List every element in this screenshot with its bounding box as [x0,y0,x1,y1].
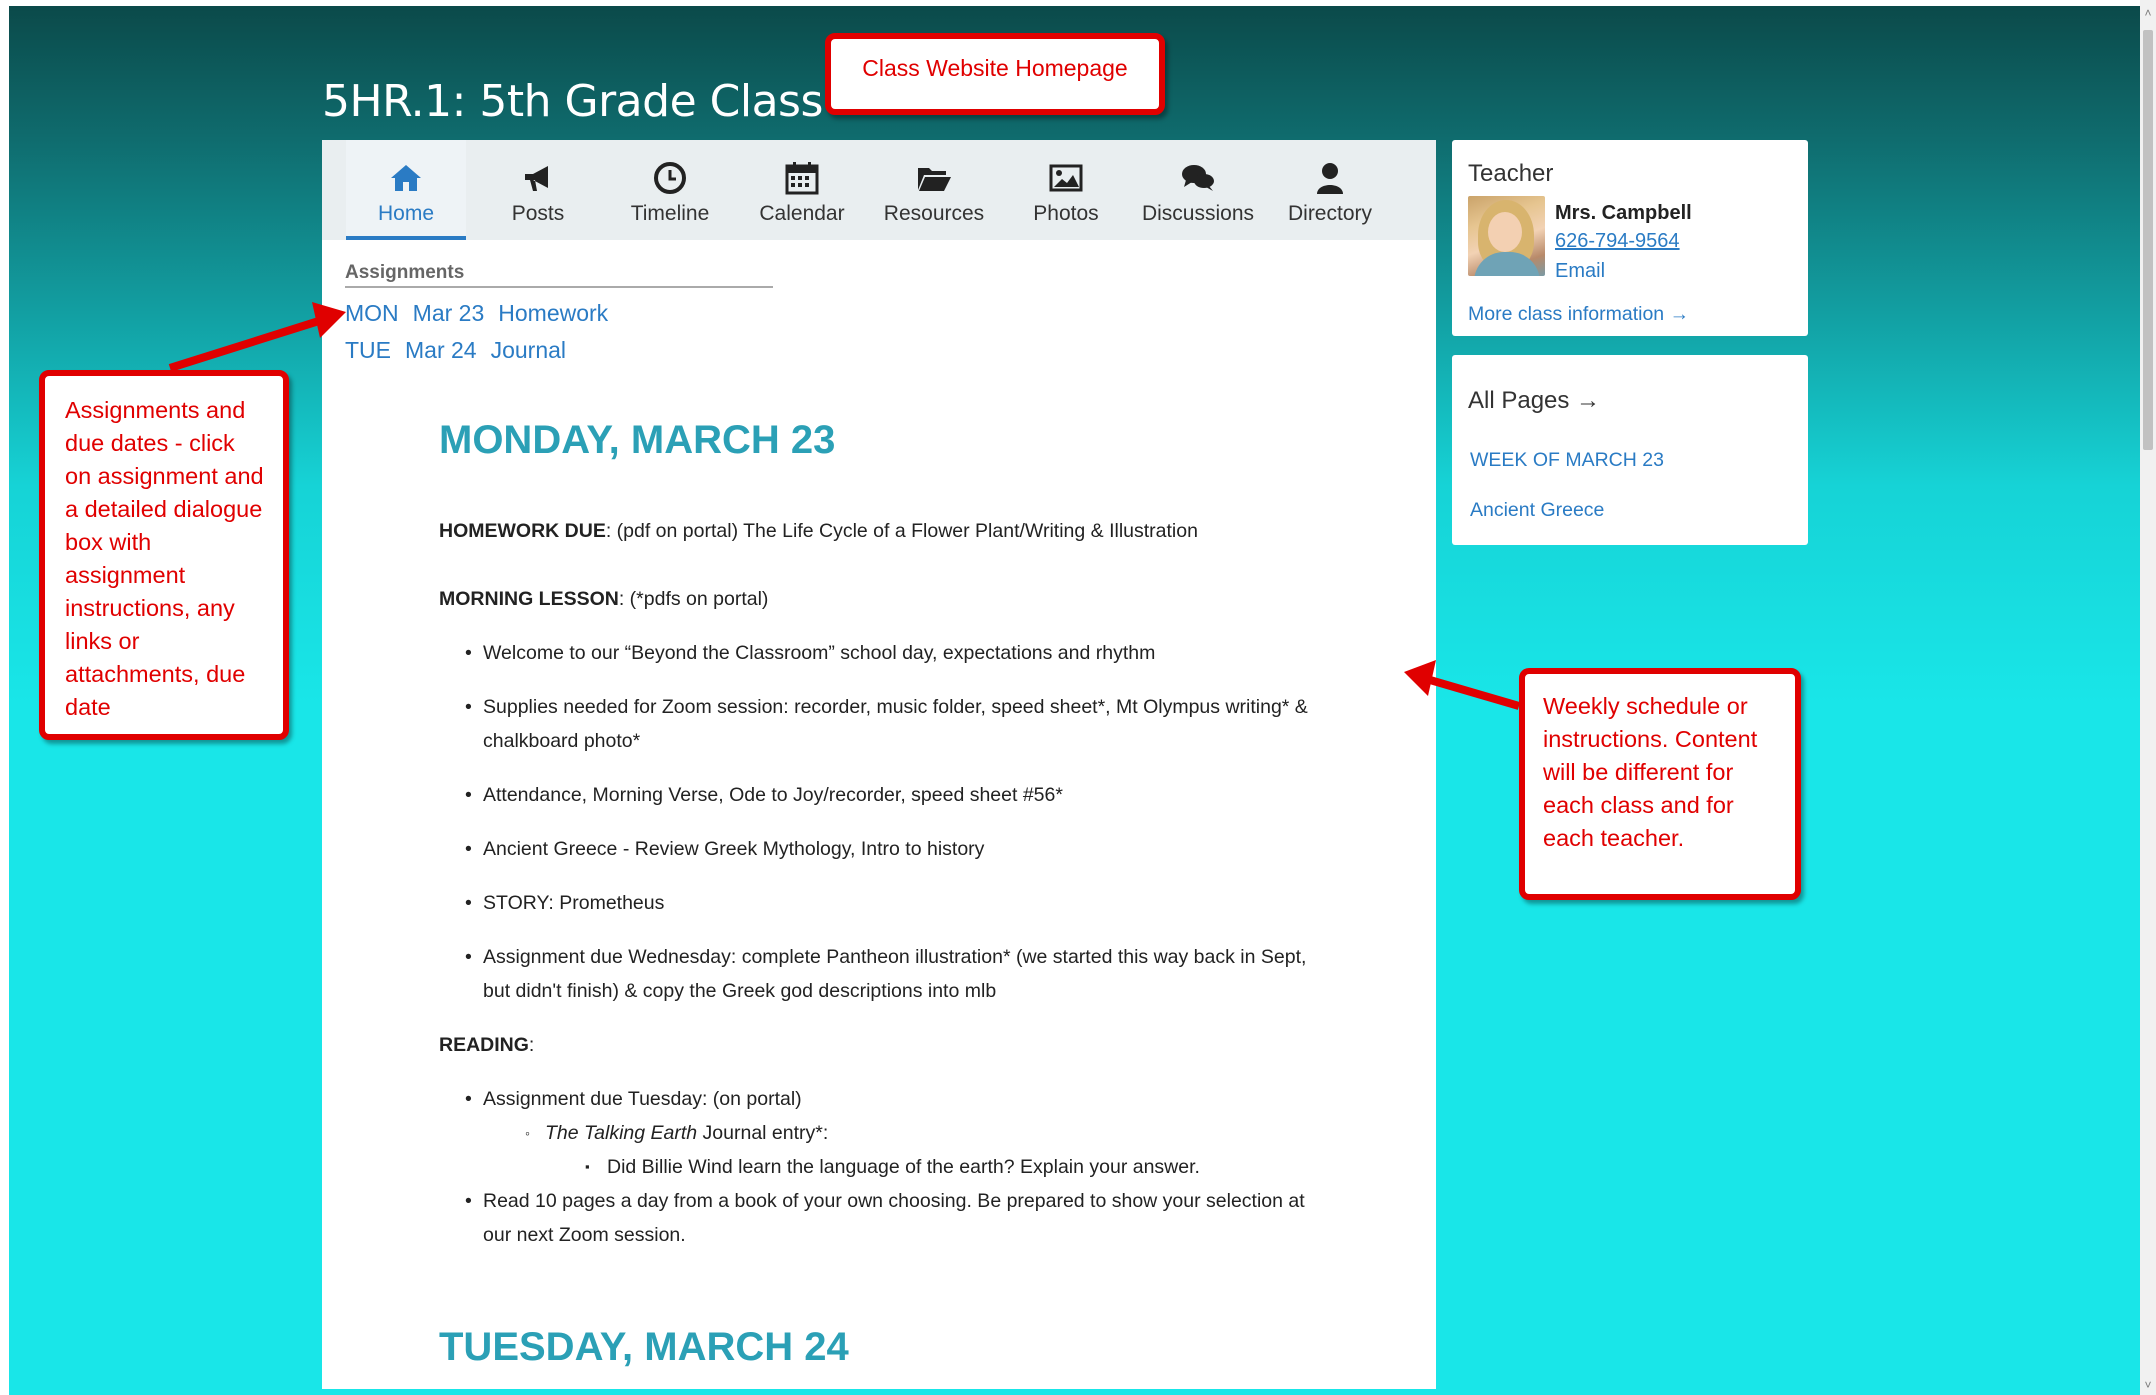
list-item: Assignment due Wednesday: complete Panth… [465,940,1323,1008]
list-item: Attendance, Morning Verse, Ode to Joy/re… [465,778,1323,812]
nav-posts[interactable]: Posts [478,140,598,236]
folder-open-icon [918,168,951,191]
nav-photos[interactable]: Photos [1006,140,1126,236]
list-item: Assignment due Tuesday: (on portal) [465,1082,1323,1116]
assignment-day[interactable]: MON [345,300,399,326]
morning-text: : (*pdfs on portal) [618,588,769,610]
page-link-week-of-march-23[interactable]: WEEK OF MARCH 23 [1470,449,1664,472]
callout-assignments: Assignments and due dates - click on ass… [39,370,289,740]
scroll-down-arrow-icon[interactable]: ˅ [2143,1378,2153,1392]
teacher-email-link[interactable]: Email [1555,260,1605,283]
homework-text: : (pdf on portal) The Life Cycle of a Fl… [605,520,1198,542]
teacher-avatar[interactable] [1468,196,1545,276]
callout-homepage: Class Website Homepage [825,33,1165,115]
nav-posts-label: Posts [511,202,565,225]
morning-lesson-line: MORNING LESSON: (*pdfs on portal) [439,582,1339,616]
all-pages-card: All Pages → WEEK OF MARCH 23 Ancient Gre… [1452,355,1808,545]
list-item: Welcome to our “Beyond the Classroom” sc… [465,636,1323,670]
reading-label: READING [439,1034,529,1056]
nav-calendar[interactable]: Calendar [742,140,862,236]
homework-label: HOMEWORK DUE [439,520,606,542]
nav-discussions[interactable]: Discussions [1138,140,1258,236]
nav-timeline[interactable]: Timeline [610,140,730,236]
page-link-ancient-greece[interactable]: Ancient Greece [1470,499,1604,522]
image-icon [1049,164,1083,192]
assignment-row[interactable]: MON Mar 23 Homework [345,300,622,327]
class-title: 5HR.1: 5th Grade Class [322,76,823,127]
nav-timeline-label: Timeline [630,202,710,225]
person-icon [1317,163,1343,194]
assignment-row[interactable]: TUE Mar 24 Journal [345,337,580,364]
nav-directory[interactable]: Directory [1270,140,1390,236]
home-icon [391,165,421,191]
assignment-date[interactable]: Mar 23 [413,300,485,326]
all-pages-link[interactable]: All Pages → [1468,387,1600,415]
assignments-heading: Assignments [345,262,773,288]
sub-list-item: The Talking Earth Journal entry*: [525,1116,829,1150]
day-heading-tuesday: TUESDAY, MARCH 24 [439,1325,849,1369]
nav-resources[interactable]: Resources [874,140,994,236]
morning-label: MORNING LESSON [439,588,619,610]
nav-discussions-label: Discussions [1141,202,1255,225]
nav-photos-label: Photos [1033,202,1099,225]
sub-sub-list-item: Did Billie Wind learn the language of th… [585,1150,1200,1184]
homework-due-line: HOMEWORK DUE: (pdf on portal) The Life C… [439,514,1339,548]
reading-line: READING: [439,1028,1339,1062]
nav-resources-label: Resources [883,202,985,225]
sub-list-text: Journal entry*: [697,1122,829,1144]
assignment-title[interactable]: Journal [491,337,566,363]
list-item: Ancient Greece - Review Greek Mythology,… [465,832,1323,866]
list-item: Read 10 pages a day from a book of your … [465,1184,1323,1252]
teacher-card: Teacher Mrs. Campbell 626-794-9564 Email… [1452,140,1808,336]
day-heading-monday: MONDAY, MARCH 23 [439,418,836,462]
reading-colon: : [528,1034,535,1056]
assignment-title[interactable]: Homework [498,300,608,326]
nav-home-label: Home [377,202,435,225]
list-item: STORY: Prometheus [465,886,1323,920]
teacher-name: Mrs. Campbell [1555,202,1692,224]
assignment-day[interactable]: TUE [345,337,391,363]
nav-home[interactable]: Home [346,140,466,240]
nav-calendar-label: Calendar [759,202,845,225]
chat-bubbles-icon [1182,165,1214,191]
callout-weekly-schedule: Weekly schedule or instructions. Content… [1519,668,1801,900]
nav-directory-label: Directory [1287,202,1372,225]
assignment-date[interactable]: Mar 24 [405,337,477,363]
main-panel: Home Posts Timeline Calendar Resources P… [322,140,1436,1389]
clock-icon [654,162,686,194]
megaphone-icon [525,166,548,191]
more-class-info-link[interactable]: More class information → [1468,303,1689,326]
teacher-card-title: Teacher [1468,160,1554,187]
list-item: Supplies needed for Zoom session: record… [465,690,1323,758]
class-nav-bar: Home Posts Timeline Calendar Resources P… [322,140,1436,240]
teacher-phone-link[interactable]: 626-794-9564 [1555,230,1680,253]
book-title: The Talking Earth [545,1122,698,1144]
calendar-icon [785,162,819,195]
scrollbar-thumb[interactable] [2143,30,2153,450]
avatar-face [1488,212,1522,252]
scroll-up-arrow-icon[interactable]: ˄ [2143,6,2153,20]
